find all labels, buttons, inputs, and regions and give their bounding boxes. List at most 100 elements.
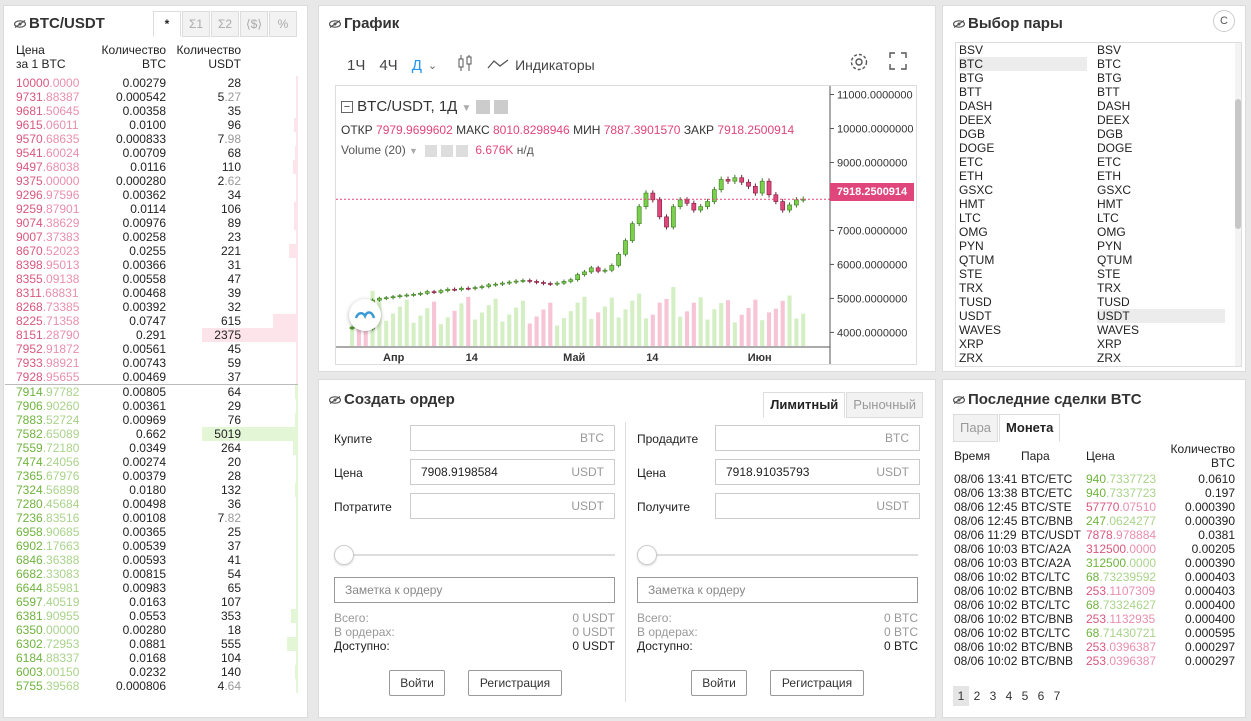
hide-eye-icon[interactable] (953, 396, 965, 405)
bid-row[interactable]: 7559.72180 0.0349 264 (4, 441, 307, 455)
sell-slider[interactable] (637, 545, 918, 565)
bid-row[interactable]: 7906.90260 0.00361 29 (4, 399, 307, 413)
ask-row[interactable]: 8355.09138 0.00558 47 (4, 272, 307, 286)
bid-row[interactable]: 7324.56898 0.0180 132 (4, 483, 307, 497)
pair-right-item[interactable]: TRX (1097, 281, 1225, 295)
page-link[interactable]: 7 (1049, 686, 1065, 706)
hide-eye-icon[interactable] (329, 396, 341, 405)
pair-right-item[interactable]: DGB (1097, 127, 1225, 141)
ask-row[interactable]: 9615.06011 0.0100 96 (4, 118, 307, 132)
pair-left-item[interactable]: BTC (959, 57, 1087, 71)
buy-amount-input[interactable]: BTC (410, 425, 615, 451)
bid-row[interactable]: 6846.36388 0.00593 41 (4, 553, 307, 567)
bid-row[interactable]: 6958.90685 0.00365 25 (4, 525, 307, 539)
bid-row[interactable]: 7365.67976 0.00379 28 (4, 469, 307, 483)
page-link[interactable]: 6 (1033, 686, 1049, 706)
interval-1d[interactable]: Д (412, 57, 422, 74)
pair-left-item[interactable]: ETC (959, 155, 1087, 169)
hide-eye-icon[interactable] (953, 20, 965, 29)
pair-left-item[interactable]: BTT (959, 85, 1087, 99)
eye-icon[interactable] (475, 100, 490, 115)
bid-row[interactable]: 7883.52724 0.00969 76 (4, 413, 307, 427)
chevron-down-icon[interactable]: ▼ (409, 146, 418, 156)
interval-4h[interactable]: 4Ч (379, 57, 397, 74)
ask-row[interactable]: 7952.91872 0.00561 45 (4, 342, 307, 356)
sell-amount-input[interactable]: BTC (715, 425, 920, 451)
hide-eye-icon[interactable] (329, 20, 341, 29)
pair-right-item[interactable]: DASH (1097, 99, 1225, 113)
interval-1h[interactable]: 1Ч (347, 57, 365, 74)
price-chart[interactable]: 11000.0000000 10000.0000000 9000.0000000 80… (335, 85, 917, 365)
bid-row[interactable]: 6350.00000 0.00280 18 (4, 623, 307, 637)
pair-right-item[interactable]: ZRX (1097, 351, 1225, 365)
pair-right-item[interactable]: LTC (1097, 211, 1225, 225)
slider-handle[interactable] (637, 545, 657, 565)
pair-left-item[interactable]: DOGE (959, 141, 1087, 155)
pair-left-item[interactable]: HMT (959, 197, 1087, 211)
ask-row[interactable]: 8225.71358 0.0747 615 (4, 314, 307, 328)
buy-note-input[interactable]: Заметка к ордеру (334, 577, 615, 603)
chevron-down-icon[interactable]: ▼ (462, 103, 472, 114)
pair-right-item[interactable]: OMG (1097, 225, 1225, 239)
ask-row[interactable]: 7928.95655 0.00469 37 (4, 370, 307, 384)
pair-left-item[interactable]: BTG (959, 71, 1087, 85)
collapse-icon[interactable]: − (341, 101, 353, 114)
page-link[interactable]: 1 (953, 686, 969, 706)
bid-row[interactable]: 7236.83516 0.00108 7.82 (4, 511, 307, 525)
pair-right-item[interactable]: ETH (1097, 169, 1225, 183)
orderbook-tab[interactable]: ⟨$⟩ (240, 11, 268, 37)
chevron-down-icon[interactable]: ⌄ (428, 59, 437, 72)
bid-row[interactable]: 7582.65089 0.662 5019 (4, 427, 307, 441)
gear-icon[interactable] (493, 100, 508, 115)
gear-icon[interactable] (849, 52, 869, 77)
ask-row[interactable]: 9731.88387 0.000542 5.27 (4, 90, 307, 104)
pair-right-item[interactable]: ETC (1097, 155, 1225, 169)
ask-row[interactable]: 9570.68635 0.000833 7.98 (4, 132, 307, 146)
slider-handle[interactable] (334, 545, 354, 565)
bid-row[interactable]: 6184.88337 0.0168 104 (4, 651, 307, 665)
tab-market[interactable]: Рыночный (846, 392, 923, 418)
orderbook-tab[interactable]: % (269, 11, 297, 37)
buy-price-input[interactable]: 7908.9198584 USDT (410, 459, 615, 485)
page-link[interactable]: 4 (1001, 686, 1017, 706)
ask-row[interactable]: 8311.68831 0.00468 39 (4, 286, 307, 300)
sell-price-input[interactable]: 7918.91035793 USDT (715, 459, 920, 485)
pair-left-item[interactable]: ETH (959, 169, 1087, 183)
fullscreen-icon[interactable] (889, 52, 907, 75)
register-button[interactable]: Регистрация (468, 670, 562, 696)
page-link[interactable]: 2 (969, 686, 985, 706)
pair-right-item[interactable]: WAVES (1097, 323, 1225, 337)
pair-right-item[interactable]: USDT (1097, 309, 1225, 323)
indicators-button[interactable]: Индикаторы (515, 57, 595, 73)
sell-note-input[interactable]: Заметка к ордеру (637, 577, 918, 603)
ask-row[interactable]: 10000.0000 0.00279 28 (4, 76, 307, 90)
bid-row[interactable]: 6644.85981 0.00983 65 (4, 581, 307, 595)
pair-right-item[interactable]: PYN (1097, 239, 1225, 253)
pair-left-item[interactable]: BSV (959, 43, 1087, 57)
candles-icon[interactable] (457, 54, 473, 76)
orderbook-tab[interactable]: * (153, 11, 181, 37)
tab-limit[interactable]: Лимитный (763, 392, 846, 418)
pair-right-item[interactable]: GSXC (1097, 183, 1225, 197)
indicators-icon[interactable] (487, 57, 509, 74)
slider-track[interactable] (334, 554, 615, 556)
bid-row[interactable]: 6003.00150 0.0232 140 (4, 665, 307, 679)
pair-right-item[interactable]: DOGE (1097, 141, 1225, 155)
pairs-scrollbar[interactable] (1235, 43, 1241, 366)
register-button[interactable]: Регистрация (770, 670, 864, 696)
ask-row[interactable]: 9259.87901 0.0114 106 (4, 202, 307, 216)
pair-left-item[interactable]: XRP (959, 337, 1087, 351)
pair-left-item[interactable]: OMG (959, 225, 1087, 239)
pair-right-item[interactable]: BTC (1097, 57, 1225, 71)
pair-left-item[interactable]: ZRX (959, 351, 1087, 365)
pair-left-item[interactable]: GSXC (959, 183, 1087, 197)
eye-icon[interactable] (425, 144, 438, 157)
bid-row[interactable]: 6381.90955 0.0553 353 (4, 609, 307, 623)
ask-row[interactable]: 9541.60024 0.00709 68 (4, 146, 307, 160)
ask-row[interactable]: 9375.00000 0.000280 2.62 (4, 174, 307, 188)
bid-row[interactable]: 6902.17663 0.00539 37 (4, 539, 307, 553)
buy-slider[interactable] (334, 545, 615, 565)
page-link[interactable]: 5 (1017, 686, 1033, 706)
pair-right-item[interactable]: STE (1097, 267, 1225, 281)
refresh-icon[interactable]: C (1213, 10, 1235, 32)
